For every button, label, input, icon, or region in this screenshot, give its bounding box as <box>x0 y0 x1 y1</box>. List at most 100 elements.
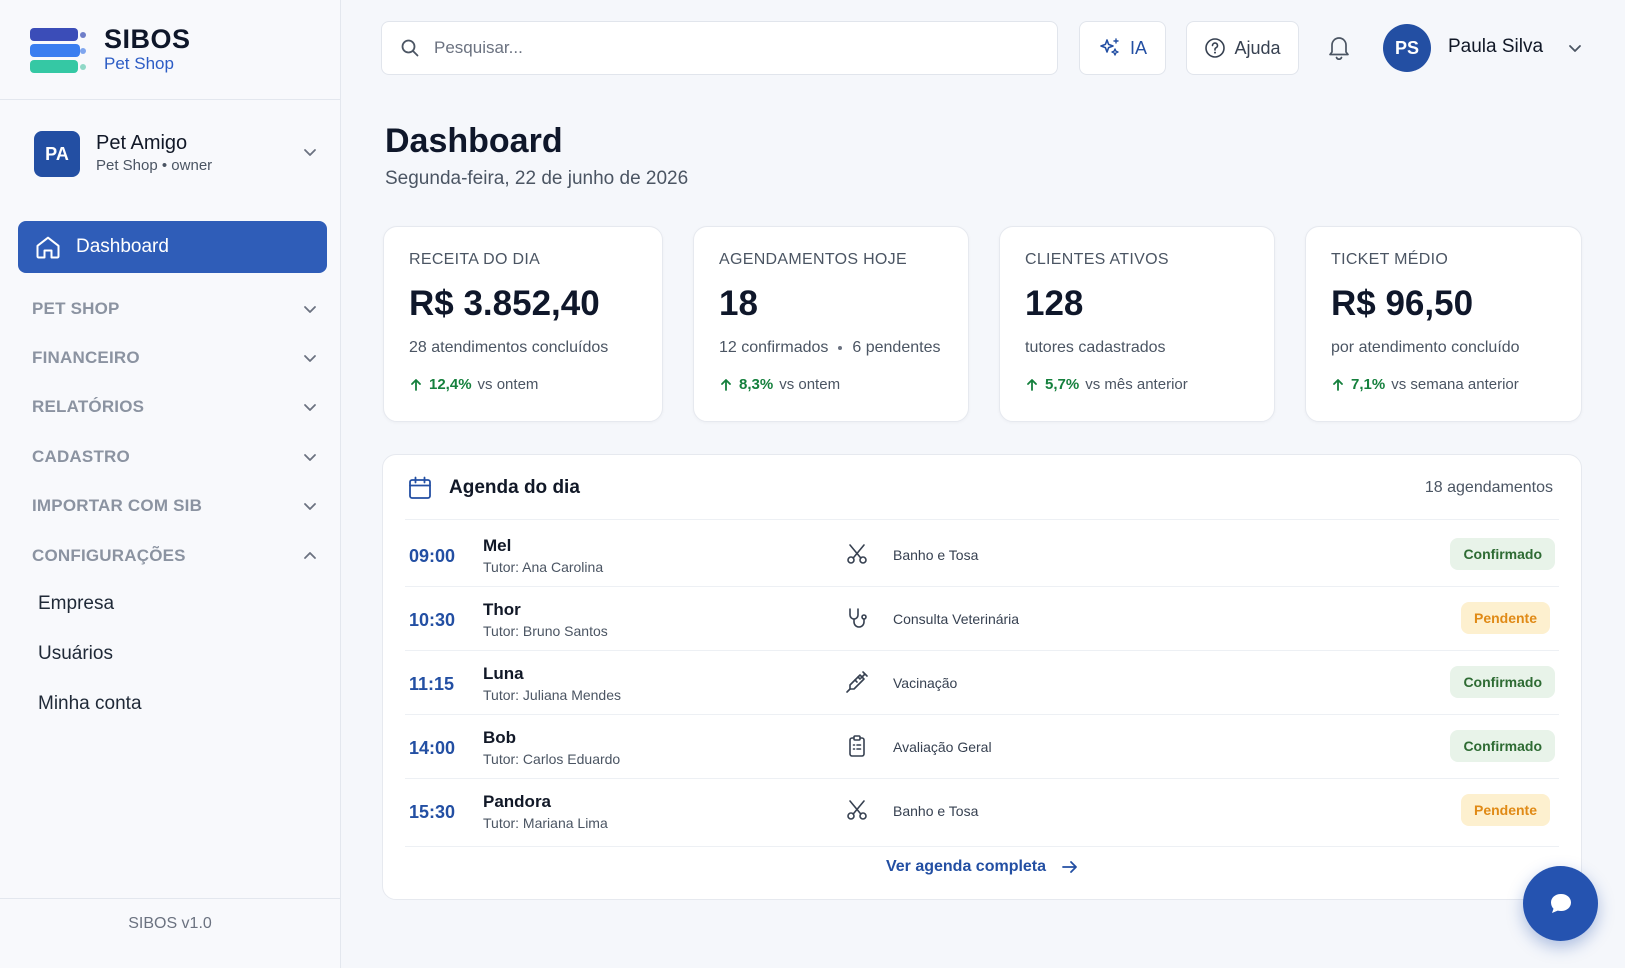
agenda-row[interactable]: 09:00 Mel Tutor: Ana Carolina Banho e To… <box>383 522 1583 586</box>
sidebar-section-cadastro[interactable]: CADASTRO <box>32 442 318 472</box>
page-title: Dashboard <box>385 122 563 160</box>
kpi-trend-text: vs semana anterior <box>1391 376 1519 393</box>
scissors-icon <box>847 544 867 564</box>
status-badge: Pendente <box>1460 602 1550 634</box>
chevron-down-icon <box>304 503 316 510</box>
kpi-description: 28 atendimentos concluídos <box>409 339 609 356</box>
sidebar-section-importar-com-sib[interactable]: IMPORTAR COM SIB <box>32 491 318 521</box>
sidebar-section-financeiro[interactable]: FINANCEIRO <box>32 343 318 373</box>
sidebar-divider <box>0 99 340 100</box>
divider <box>405 846 1559 847</box>
sidebar-item-dashboard[interactable]: Dashboard <box>18 221 327 273</box>
kpi-description: 12 confirmados 6 pendentes <box>719 339 940 357</box>
kpi-trend-percent: 7,1% <box>1351 376 1386 393</box>
kpi-trend: 7,1% vs semana anterior <box>1331 376 1519 393</box>
kpi-label: RECEITA DO DIA <box>409 251 541 268</box>
tutor-name: Tutor: Mariana Lima <box>483 815 608 831</box>
view-full-agenda-link[interactable]: Ver agenda completa <box>383 857 1583 877</box>
calendar-icon <box>409 476 431 499</box>
help-button[interactable]: Ajuda <box>1186 21 1299 75</box>
organization-switcher[interactable]: PA Pet Amigo Pet Shop • owner <box>34 130 318 178</box>
sidebar-item-minha-conta[interactable]: Minha conta <box>38 693 142 715</box>
appointment-time: 14:00 <box>409 738 456 758</box>
kpi-trend-percent: 5,7% <box>1045 376 1080 393</box>
kpi-pending-count: 6 pendentes <box>852 339 941 356</box>
kpi-label: CLIENTES ATIVOS <box>1025 251 1169 268</box>
agenda-row[interactable]: 10:30 Thor Tutor: Bruno Santos Consulta … <box>383 586 1583 650</box>
syringe-icon <box>846 671 868 693</box>
agenda-row[interactable]: 14:00 Bob Tutor: Carlos Eduardo Avaliaçã… <box>383 714 1583 778</box>
kpi-trend: 5,7% vs mês anterior <box>1025 376 1188 393</box>
kpi-card-agendamentos: AGENDAMENTOS HOJE 18 12 confirmados 6 pen… <box>693 226 969 422</box>
sidebar-section-configuracoes[interactable]: CONFIGURAÇÕES <box>32 541 318 571</box>
sidebar-item-empresa[interactable]: Empresa <box>38 593 114 615</box>
chevron-up-icon <box>304 552 316 559</box>
kpi-trend: 12,4% vs ontem <box>409 376 538 393</box>
sidebar-section-label: FINANCEIRO <box>32 348 140 367</box>
chevron-down-icon <box>304 355 316 362</box>
chevron-down-icon[interactable] <box>1567 40 1583 56</box>
status-badge: Confirmado <box>1450 666 1555 698</box>
pet-name: Mel <box>483 536 512 555</box>
kpi-trend-text: vs mês anterior <box>1085 376 1188 393</box>
kpi-description: por atendimento concluído <box>1331 339 1520 356</box>
chat-button[interactable] <box>1523 866 1598 941</box>
arrow-up-icon <box>1333 378 1343 391</box>
search-input[interactable]: Pesquisar... <box>381 21 1058 75</box>
tutor-name: Tutor: Ana Carolina <box>483 559 604 575</box>
kpi-label: TICKET MÉDIO <box>1331 251 1449 268</box>
service-name: Consulta Veterinária <box>893 611 1020 627</box>
sidebar-section-label: IMPORTAR COM SIB <box>32 496 203 515</box>
appointment-time: 11:15 <box>409 674 455 694</box>
chevron-down-icon <box>304 306 316 313</box>
sidebar-section-label: RELATÓRIOS <box>32 397 145 416</box>
appointment-time: 09:00 <box>409 546 456 566</box>
arrow-right-icon <box>1062 861 1077 873</box>
kpi-value: 18 <box>719 284 758 323</box>
user-name[interactable]: Paula Silva <box>1448 36 1543 58</box>
agenda-count: 18 agendamentos <box>1424 479 1553 496</box>
organization-name: Pet Amigo <box>96 132 188 154</box>
sidebar-section-pet-shop[interactable]: PET SHOP <box>32 294 318 324</box>
user-avatar[interactable]: PS <box>1383 24 1431 72</box>
app-version: SIBOS v1.0 <box>128 915 212 932</box>
status-badge: Confirmado <box>1450 538 1555 570</box>
sidebar-item-label: Dashboard <box>76 236 169 257</box>
service-name: Vacinação <box>893 675 958 691</box>
separator-dot <box>838 345 843 350</box>
bell-icon[interactable] <box>1325 32 1353 62</box>
sidebar: SIBOS Pet Shop PA Pet Amigo Pet Shop • o… <box>0 0 341 968</box>
sidebar-item-usuarios[interactable]: Usuários <box>38 643 113 665</box>
kpi-description: tutores cadastrados <box>1025 339 1166 356</box>
tutor-name: Tutor: Bruno Santos <box>483 623 608 639</box>
arrow-up-icon <box>1027 378 1037 391</box>
agenda-panel: Agenda do dia 18 agendamentos 09:00 Mel … <box>382 454 1582 900</box>
kpi-trend-text: vs ontem <box>779 376 841 393</box>
agenda-row[interactable]: 11:15 Luna Tutor: Juliana Mendes Vacinaç… <box>383 650 1583 714</box>
ai-button[interactable]: IA <box>1079 21 1166 75</box>
home-icon <box>36 236 60 259</box>
sidebar-section-relatorios[interactable]: RELATÓRIOS <box>32 392 318 422</box>
page-date: Segunda-feira, 22 de junho de 2026 <box>385 168 689 189</box>
kpi-trend-percent: 12,4% <box>429 376 472 393</box>
status-badge: Pendente <box>1460 794 1550 826</box>
brand[interactable]: SIBOS Pet Shop <box>28 24 191 76</box>
organization-role: Pet Shop • owner <box>96 157 213 174</box>
sidebar-section-label: CADASTRO <box>32 447 130 466</box>
sidebar-section-label: PET SHOP <box>32 299 120 318</box>
kpi-trend-text: vs ontem <box>477 376 539 393</box>
ai-button-label: IA <box>1129 37 1147 58</box>
tutor-name: Tutor: Carlos Eduardo <box>483 751 621 767</box>
search-icon <box>401 39 419 57</box>
chevron-down-icon <box>304 149 316 156</box>
help-circle-icon <box>1205 38 1226 58</box>
tutor-name: Tutor: Juliana Mendes <box>483 687 621 703</box>
service-name: Banho e Tosa <box>893 803 979 819</box>
kpi-value: R$ 3.852,40 <box>409 284 600 323</box>
kpi-card-receita: RECEITA DO DIA R$ 3.852,40 28 atendiment… <box>383 226 663 422</box>
chevron-down-icon <box>304 404 316 411</box>
divider <box>405 519 1559 520</box>
agenda-row[interactable]: 15:30 Pandora Tutor: Mariana Lima Banho … <box>383 778 1583 842</box>
brand-subtitle: Pet Shop <box>104 54 174 73</box>
pet-name: Luna <box>483 664 524 683</box>
